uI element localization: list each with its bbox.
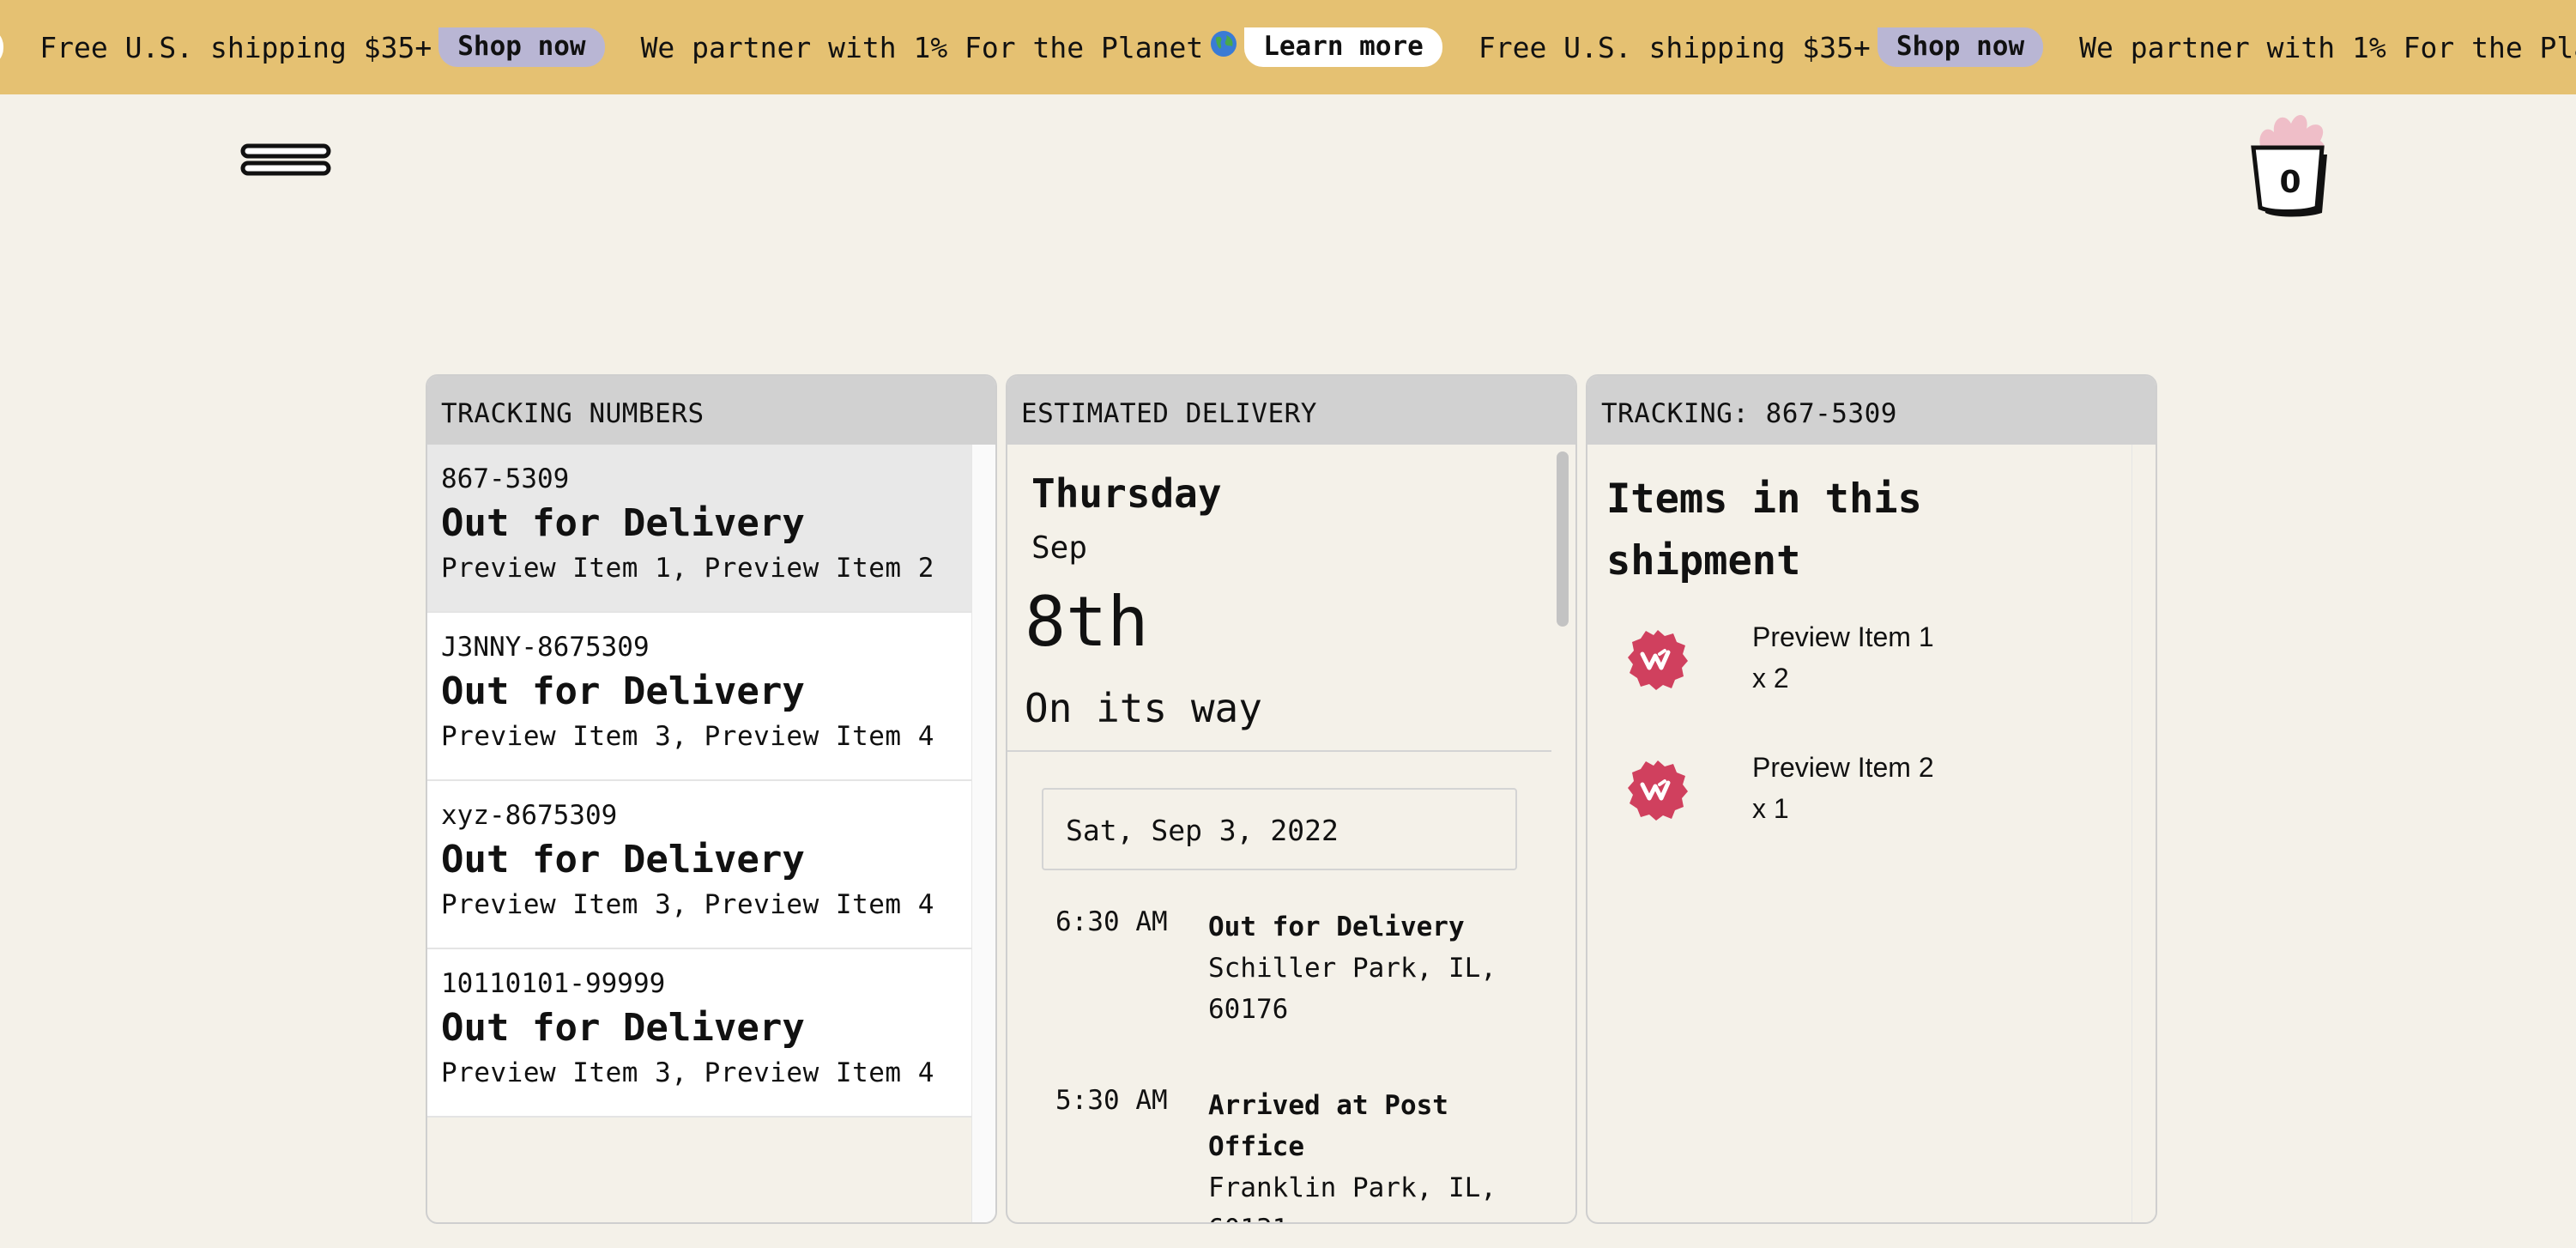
tracking-number: 867-5309: [441, 463, 570, 494]
tracking-number: xyz-8675309: [441, 800, 618, 831]
shipment-item[interactable]: Preview Item 1 x 2: [1627, 621, 2056, 707]
announcement-track: We partner with 1% For the Planet Learn m…: [0, 0, 2576, 94]
announcement-item: We partner with 1% For the PlanetLearn m…: [0, 27, 4, 67]
item-name: Preview Item 1: [1752, 621, 1934, 652]
delivery-month: Sep: [1031, 530, 1088, 566]
tracking-status: Out for Delivery: [441, 838, 805, 881]
tracking-row[interactable]: J3NNY-8675309 Out for Delivery Preview Ite…: [427, 613, 971, 781]
announcement-item: We partner with 1% For the PlanetLearn m…: [2079, 27, 2576, 67]
cart-button[interactable]: 0: [2246, 106, 2341, 223]
item-name: Preview Item 2: [1752, 752, 1934, 783]
delivery-weekday: Thursday: [1031, 470, 1222, 517]
event-status: Arrived at Post Office: [1208, 1090, 1448, 1162]
delivery-day: 8th: [1025, 582, 1149, 662]
shipment-item[interactable]: Preview Item 2 x 1: [1627, 752, 2056, 838]
tracking-number: J3NNY-8675309: [441, 632, 650, 663]
tracking-list-container: 867-5309 Out for Delivery Preview Item 1, …: [427, 445, 995, 1222]
cart-count: 0: [2279, 165, 2301, 200]
panel-title: TRACKING NUMBERS: [427, 376, 995, 445]
shipment-items-panel: TRACKING: 867-5309 Items in this shipmen…: [1586, 374, 2157, 1224]
shipment-body: Items in this shipment Preview Item 1 x 2…: [1587, 445, 2156, 1222]
event-detail: Arrived at Post Office Franklin Park, IL…: [1208, 1085, 1500, 1222]
announcement-cta-link[interactable]: Shop now: [438, 27, 605, 67]
announcement-item: Free U.S. shipping $35+ Shop now: [39, 27, 605, 67]
tracking-status: Out for Delivery: [441, 501, 805, 545]
announcement-cta-link[interactable]: Shop now: [1877, 27, 2044, 67]
event-location: Schiller Park, IL, 60176: [1208, 953, 1497, 1025]
scrollbar[interactable]: [2132, 445, 2156, 1222]
hamburger-menu-icon[interactable]: [240, 141, 331, 180]
announcement-text: Free U.S. shipping $35+: [1478, 30, 1871, 64]
tracking-row[interactable]: 10110101-99999 Out for Delivery Preview It…: [427, 949, 971, 1118]
tracking-row[interactable]: 867-5309 Out for Delivery Preview Item 1, …: [427, 445, 971, 613]
event-status: Out for Delivery: [1208, 912, 1465, 942]
panel-title: TRACKING: 867-5309: [1587, 376, 2156, 445]
delivery-state: On its way: [1025, 685, 1262, 731]
announcement-text: Free U.S. shipping $35+: [39, 30, 432, 64]
event-time: 6:30 AM: [1055, 906, 1168, 937]
tracking-number: 10110101-99999: [441, 968, 666, 999]
event-detail: Out for Delivery Schiller Park, IL, 6017…: [1208, 906, 1500, 1030]
tracking-items: Preview Item 1, Preview Item 2: [441, 553, 934, 584]
announcement-cta-link[interactable]: Learn more: [1244, 27, 1442, 67]
announcement-text: We partner with 1% For the Planet: [2079, 30, 2576, 64]
shipment-heading: Items in this shipment: [1606, 476, 1922, 585]
tracking-list: 867-5309 Out for Delivery Preview Item 1, …: [427, 445, 971, 1118]
event-date-group: Sat, Sep 3, 2022: [1042, 788, 1517, 870]
item-quantity: x 2: [1752, 663, 1789, 694]
scrollbar[interactable]: [1551, 445, 1575, 1222]
event-time: 5:30 AM: [1055, 1085, 1168, 1116]
delivery-summary: Thursday Sep 8th On its way: [1007, 445, 1575, 752]
globe-icon: [1210, 30, 1244, 64]
tracking-status: Out for Delivery: [441, 669, 805, 713]
panel-title: ESTIMATED DELIVERY: [1007, 376, 1575, 445]
estimated-delivery-panel: ESTIMATED DELIVERY Thursday Sep 8th On i…: [1006, 374, 1577, 1224]
announcement-item: We partner with 1% For the Planet Learn m…: [641, 27, 1442, 67]
item-quantity: x 1: [1752, 793, 1789, 824]
tracking-row[interactable]: xyz-8675309 Out for Delivery Preview Item …: [427, 781, 971, 949]
tracking-items: Preview Item 3, Preview Item 4: [441, 721, 934, 752]
scrollbar-thumb[interactable]: [1557, 451, 1569, 627]
announcement-item: Free U.S. shipping $35+ Shop now: [1478, 27, 2044, 67]
announcement-bar: We partner with 1% For the Planet Learn m…: [0, 0, 2576, 94]
tracking-items: Preview Item 3, Preview Item 4: [441, 1057, 934, 1088]
tracking-numbers-panel: TRACKING NUMBERS 867-5309 Out for Deliver…: [426, 374, 997, 1224]
event-location: Franklin Park, IL, 60131: [1208, 1172, 1497, 1222]
delivery-body: Thursday Sep 8th On its way Sat, Sep 3, …: [1007, 445, 1575, 1222]
announcement-text: We partner with 1% For the Planet: [640, 30, 1204, 64]
announcement-cta-link[interactable]: Learn more: [0, 27, 4, 67]
tracking-status: Out for Delivery: [441, 1006, 805, 1050]
scrollbar[interactable]: [971, 445, 995, 1222]
tracking-items: Preview Item 3, Preview Item 4: [441, 889, 934, 920]
